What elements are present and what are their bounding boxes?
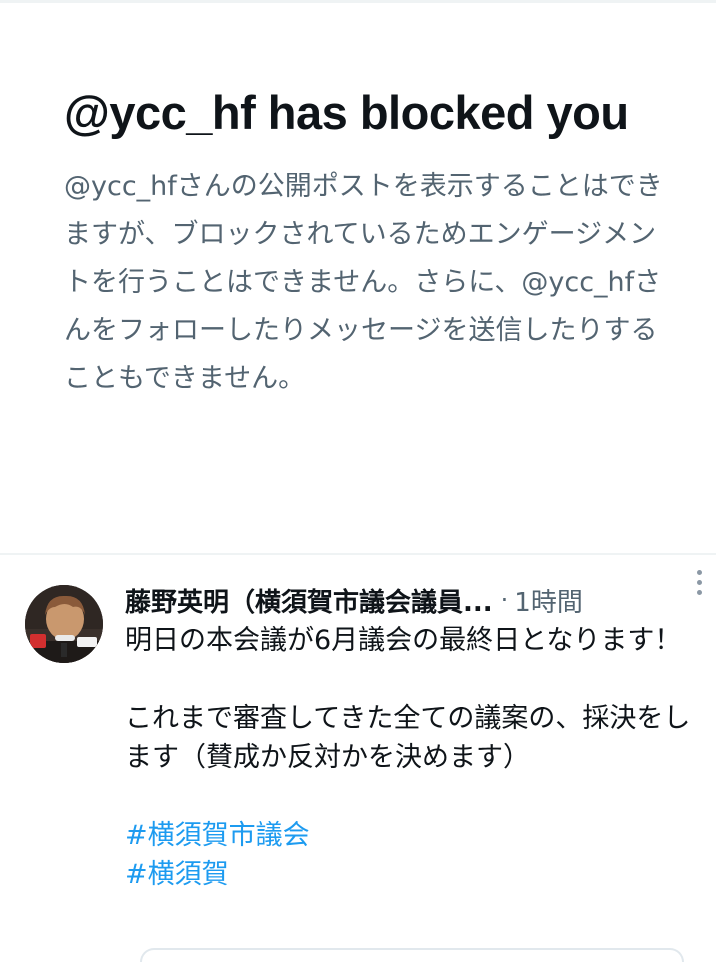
top-rule: [0, 0, 716, 3]
post[interactable]: 藤野英明（横須賀市議会議員... · 1時間 明日の本会議が6月議会の最終日とな…: [0, 556, 716, 962]
divider: [0, 553, 716, 555]
avatar-image: [25, 585, 103, 663]
post-timestamp[interactable]: 1時間: [514, 582, 583, 619]
media-card-edge[interactable]: [140, 948, 684, 962]
hashtag-link[interactable]: #横須賀市議会: [125, 816, 700, 855]
blocked-notice: @ycc_hf has blocked you @ycc_hfさんの公開ポストを…: [64, 80, 664, 403]
post-text-line: 明日の本会議が6月議会の最終日となります！: [125, 625, 682, 656]
post-text: 明日の本会議が6月議会の最終日となります！ これまで審査してきた全ての議案の、採…: [125, 621, 700, 894]
blocked-title: @ycc_hf has blocked you: [64, 86, 629, 139]
more-vertical-icon[interactable]: [688, 564, 710, 600]
hashtag-link[interactable]: #横須賀: [125, 855, 700, 894]
more-dot: [696, 579, 702, 585]
post-text-line: これまで審査してきた全ての議案の、採決をします（賛成か反対かを決めます）: [125, 703, 691, 773]
blocked-description: @ycc_hfさんの公開ポストを表示することはできますが、ブロックされているため…: [64, 171, 663, 394]
post-header: 藤野英明（横須賀市議会議員... · 1時間: [125, 578, 700, 622]
author-name[interactable]: 藤野英明（横須賀市議会議員...: [125, 582, 493, 619]
more-dot: [696, 589, 702, 595]
more-dot: [696, 569, 702, 575]
avatar[interactable]: [25, 585, 103, 663]
post-body: 藤野英明（横須賀市議会議員... · 1時間 明日の本会議が6月議会の最終日とな…: [125, 578, 700, 894]
header-separator: ·: [500, 586, 509, 614]
